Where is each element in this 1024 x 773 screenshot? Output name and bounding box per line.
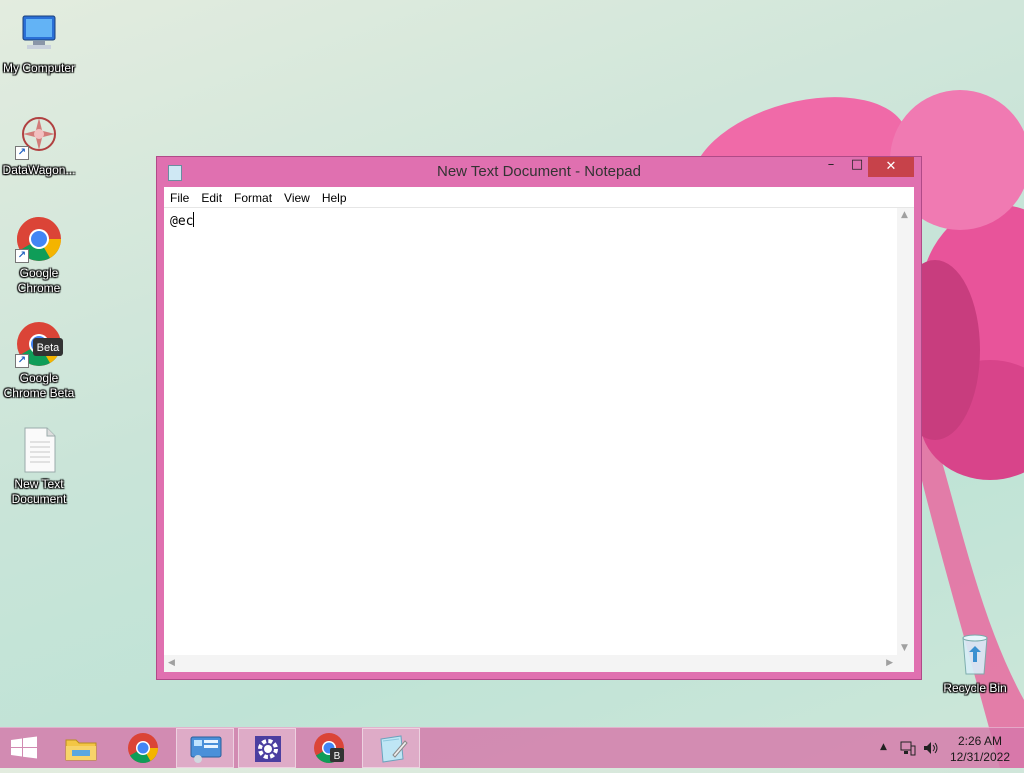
vertical-scrollbar[interactable]: ▲ ▼	[897, 208, 914, 655]
folder-icon	[65, 739, 97, 761]
system-tray: ▲ 2:26 AM 12/31/2022	[864, 728, 1024, 768]
horizontal-scrollbar[interactable]: ◀ ▶	[164, 655, 897, 672]
show-hidden-icons-icon[interactable]: ▲	[880, 742, 887, 752]
taskbar-notepad[interactable]	[362, 728, 420, 768]
taskbar-chrome-beta[interactable]: B	[300, 728, 358, 768]
close-button[interactable]: ✕	[868, 157, 914, 177]
desktop-icon-label: Recycle Bin	[943, 681, 1007, 695]
clock[interactable]: 2:26 AM 12/31/2022	[950, 733, 1010, 765]
computer-icon	[15, 10, 63, 58]
taskbar: B ▲ 2:26 AM 12/31/2022	[0, 727, 1024, 768]
desktop-icon-google-chrome-beta[interactable]: Beta ↗ Google Chrome Beta	[0, 320, 78, 401]
scroll-left-icon[interactable]: ◀	[168, 658, 175, 668]
window-title: New Text Document - Notepad	[437, 163, 641, 180]
windows-logo-icon	[11, 736, 37, 759]
control-panel-icon	[190, 736, 222, 763]
maximize-button[interactable]: □	[843, 157, 871, 177]
clock-time: 2:26 AM	[957, 734, 1002, 748]
chrome-icon	[128, 733, 158, 764]
scroll-down-icon[interactable]: ▼	[901, 643, 908, 653]
notepad-icon	[380, 735, 408, 763]
chrome-beta-icon: B	[314, 733, 344, 764]
scroll-up-icon[interactable]: ▲	[901, 210, 908, 220]
menu-file[interactable]: File	[164, 188, 195, 208]
volume-icon[interactable]	[922, 740, 940, 756]
beta-badge: B	[334, 751, 341, 762]
desktop-icon-datawagon[interactable]: ↗ DataWagon...	[0, 112, 78, 178]
notepad-window[interactable]: New Text Document - Notepad – □ ✕ File Ed…	[156, 156, 922, 680]
network-icon[interactable]	[900, 740, 916, 756]
menu-help[interactable]: Help	[316, 188, 353, 208]
desktop-icon-label: New Text Document	[11, 477, 67, 506]
shortcut-arrow-icon: ↗	[15, 146, 29, 160]
resize-grip[interactable]	[897, 655, 914, 672]
desktop-icon-label: My Computer	[2, 61, 76, 75]
clock-date: 12/31/2022	[949, 750, 1010, 764]
editor-text[interactable]: @ec	[170, 212, 195, 229]
gear-icon	[255, 736, 281, 762]
text-file-icon	[15, 426, 63, 474]
chrome-beta-icon: Beta ↗	[15, 320, 63, 368]
start-button[interactable]	[0, 728, 48, 768]
text-editor[interactable]: @ec ▲ ▼ ◀ ▶	[164, 208, 914, 672]
taskbar-control-panel[interactable]	[176, 728, 234, 768]
menu-bar: File Edit Format View Help	[164, 187, 914, 208]
desktop-icon-label: DataWagon...	[2, 163, 76, 177]
text-caret	[193, 212, 195, 227]
title-bar[interactable]: New Text Document - Notepad – □ ✕	[157, 157, 921, 187]
desktop-icon-label: Google Chrome Beta	[3, 371, 75, 400]
menu-edit[interactable]: Edit	[195, 188, 228, 208]
taskbar-chrome[interactable]	[114, 728, 172, 768]
editor-content: @ec	[170, 214, 194, 229]
taskbar-settings[interactable]	[238, 728, 296, 768]
shortcut-arrow-icon: ↗	[15, 354, 29, 368]
datawagon-icon: ↗	[15, 112, 63, 160]
beta-badge: Beta	[37, 342, 61, 354]
shortcut-arrow-icon: ↗	[15, 249, 29, 263]
chrome-icon: ↗	[15, 215, 63, 263]
desktop-icon-my-computer[interactable]: My Computer	[0, 10, 78, 76]
menu-view[interactable]: View	[278, 188, 316, 208]
desktop-icon-recycle-bin[interactable]: Recycle Bin	[936, 630, 1014, 696]
desktop-icon-label: Google Chrome	[17, 266, 61, 295]
taskbar-file-explorer[interactable]	[52, 728, 110, 768]
minimize-button[interactable]: –	[817, 157, 845, 177]
desktop-icon-google-chrome[interactable]: ↗ Google Chrome	[0, 215, 78, 296]
menu-format[interactable]: Format	[228, 188, 278, 208]
scroll-right-icon[interactable]: ▶	[886, 658, 893, 668]
recycle-bin-icon	[951, 630, 999, 678]
desktop-icon-new-text-document[interactable]: New Text Document	[0, 426, 78, 507]
